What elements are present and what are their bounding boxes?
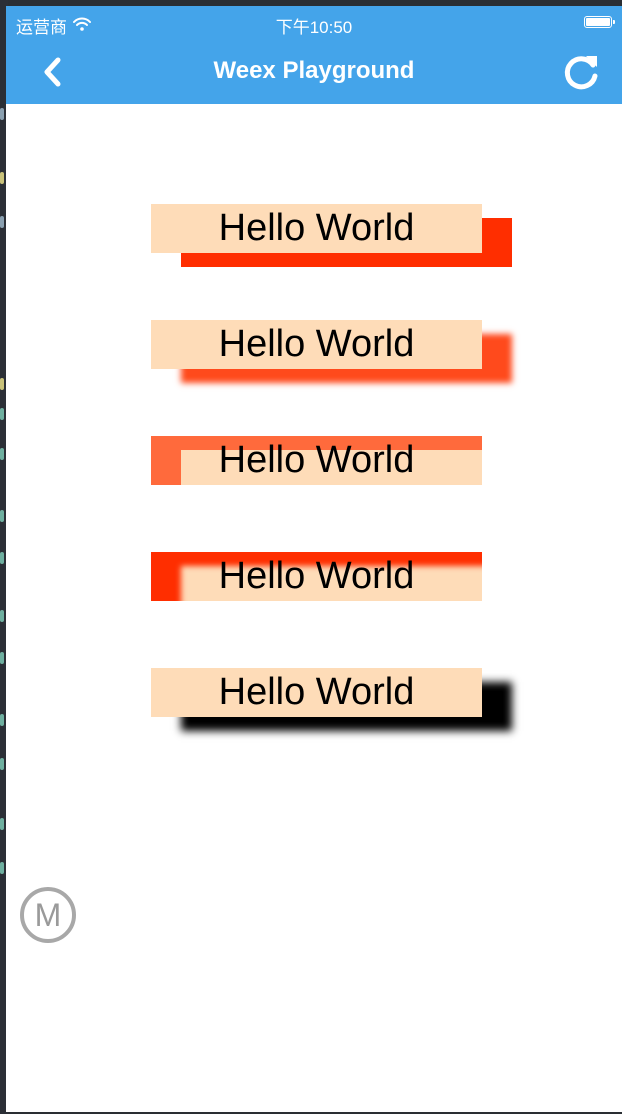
page-title: Weex Playground — [213, 57, 415, 84]
background-editor-mark — [0, 378, 4, 390]
refresh-icon — [564, 56, 598, 90]
background-editor-mark — [0, 552, 4, 564]
status-time: 下午10:50 — [275, 18, 353, 37]
background-editor-mark — [0, 818, 4, 830]
background-editor-mark — [0, 862, 4, 874]
hello-box: Hello World — [151, 320, 482, 369]
hello-box: Hello World — [151, 204, 482, 253]
background-editor-mark — [0, 216, 4, 228]
status-bar: 运营商 下午10:50 — [6, 6, 622, 40]
background-editor-mark — [0, 610, 4, 622]
content-area: Hello World Hello World Hello World Hell… — [6, 104, 622, 1112]
hello-box: Hello World — [151, 436, 482, 485]
background-editor-mark — [0, 172, 4, 184]
floating-m-button[interactable]: M — [20, 887, 76, 943]
navigation-bar: Weex Playground — [6, 40, 622, 104]
background-editor-mark — [0, 714, 4, 726]
hello-box: Hello World — [151, 668, 482, 717]
simulator-screen: 运营商 下午10:50 Weex Playground Hello World … — [6, 6, 622, 1112]
background-editor-mark — [0, 758, 4, 770]
background-editor-mark — [0, 408, 4, 420]
background-editor-mark — [0, 448, 4, 460]
background-editor-mark — [0, 108, 4, 120]
hello-box: Hello World — [151, 552, 482, 601]
refresh-button[interactable] — [562, 52, 602, 92]
background-editor-mark — [0, 652, 4, 664]
battery-icon — [584, 16, 615, 28]
background-editor-mark — [0, 510, 4, 522]
